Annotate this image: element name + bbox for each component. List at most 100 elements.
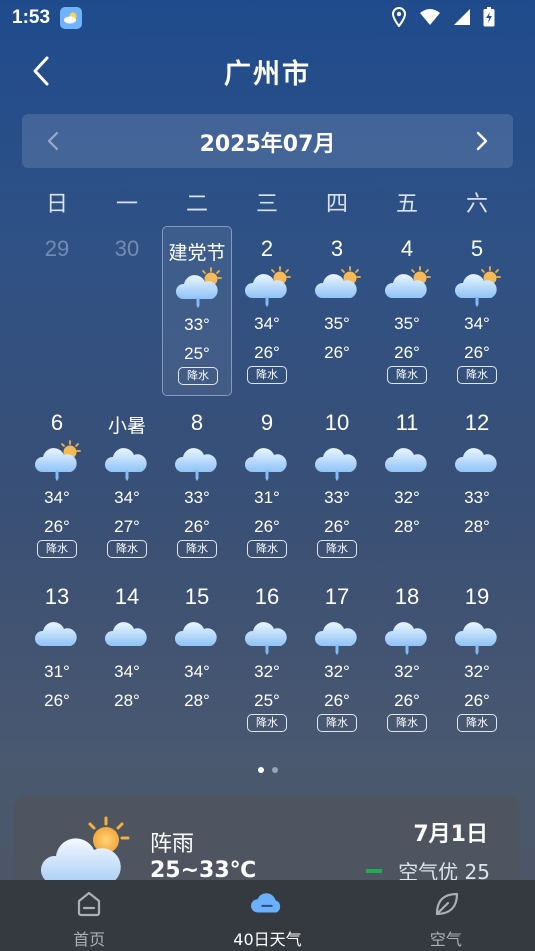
calendar-grid: 29 30 建党节 33° 25° 降水 2 34° 26° 降水 3 35° 26° 4 35° 2… — [22, 226, 512, 748]
calendar-day-cell[interactable]: 18 32° 26° 降水 — [372, 574, 442, 744]
weekday-label: 日 — [45, 192, 68, 217]
calendar-day-cell[interactable]: 5 34° 26° 降水 — [442, 226, 512, 396]
precipitation-badge: 降水 — [177, 540, 217, 558]
calendar-day-cell[interactable]: 6 34° 26° 降水 — [22, 400, 92, 570]
day-low-temp: 25° — [184, 344, 210, 363]
calendar-day-cell[interactable]: 小暑 34° 27° 降水 — [92, 400, 162, 570]
day-high-temp: 34° — [464, 314, 490, 333]
day-number: 4 — [400, 236, 414, 261]
calendar-day-cell[interactable]: 3 35° 26° — [302, 226, 372, 396]
status-bar: 1:53 — [0, 0, 535, 36]
day-low-temp: 28° — [184, 691, 210, 710]
precipitation-badge: 降水 — [457, 714, 497, 732]
nav-air[interactable]: 空气 — [357, 880, 535, 951]
day-low-temp: 28° — [114, 691, 140, 710]
cloud-sun-icon — [383, 266, 431, 308]
day-high-temp: 33° — [184, 488, 210, 507]
calendar-day-cell[interactable]: 11 32° 28° — [372, 400, 442, 570]
day-number: 16 — [254, 584, 280, 609]
calendar-day-cell[interactable]: 8 33° 26° 降水 — [162, 400, 232, 570]
calendar-day-cell[interactable]: 16 32° 25° 降水 — [232, 574, 302, 744]
day-low-temp: 26° — [254, 517, 280, 536]
weekday-label: 三 — [255, 192, 278, 217]
precipitation-badge: 降水 — [317, 714, 357, 732]
day-number: 14 — [114, 584, 140, 609]
day-number: 30 — [114, 236, 140, 261]
precipitation-badge: 降水 — [387, 714, 427, 732]
day-low-temp: 27° — [114, 517, 140, 536]
day-number: 5 — [470, 236, 484, 261]
calendar-day-cell[interactable]: 13 31° 26° — [22, 574, 92, 744]
cloud-icon — [33, 614, 81, 656]
battery-charging-icon — [483, 7, 495, 33]
day-high-temp: 32° — [394, 488, 420, 507]
nav-40-day-weather[interactable]: 40日天气 — [178, 880, 356, 951]
day-low-temp: 25° — [254, 691, 280, 710]
day-low-temp: 26° — [394, 691, 420, 710]
next-month-button[interactable] — [467, 126, 497, 156]
day-number: 17 — [324, 584, 350, 609]
calendar-day-cell[interactable]: 10 33° 26° 降水 — [302, 400, 372, 570]
precipitation-badge: 降水 — [457, 366, 497, 384]
location-icon — [391, 6, 407, 33]
header: 广州市 — [0, 48, 535, 94]
precipitation-badge: 降水 — [247, 714, 287, 732]
page-dot-active — [257, 767, 264, 773]
status-time: 1:53 — [12, 7, 51, 28]
calendar-day-cell[interactable]: 2 34° 26° 降水 — [232, 226, 302, 396]
day-high-temp: 34° — [114, 488, 140, 507]
cloud-rain-icon — [313, 614, 361, 656]
day-number: 2 — [260, 236, 274, 261]
calendar-day-cell[interactable]: 12 33° 28° — [442, 400, 512, 570]
calendar-day-cell[interactable]: 4 35° 26° 降水 — [372, 226, 442, 396]
cloud-rain-icon — [453, 614, 501, 656]
cloud-sun-rain-icon — [453, 266, 501, 308]
wifi-icon — [419, 8, 441, 32]
day-low-temp: 26° — [464, 691, 490, 710]
day-number: 15 — [184, 584, 210, 609]
calendar-day-cell[interactable]: 29 — [22, 226, 92, 396]
cloud-rain-icon — [313, 440, 361, 482]
city-title: 广州市 — [224, 59, 311, 90]
cloud-sun-icon — [313, 266, 361, 308]
nav-40-day-label: 40日天气 — [233, 930, 302, 949]
day-number: 18 — [394, 584, 420, 609]
day-high-temp: 35° — [324, 314, 350, 333]
day-low-temp: 26° — [184, 517, 210, 536]
day-number: 8 — [190, 410, 204, 435]
cloud-sun-rain-icon — [174, 267, 222, 309]
cloud-icon — [453, 440, 501, 482]
day-low-temp: 26° — [44, 517, 70, 536]
day-low-temp: 28° — [394, 517, 420, 536]
cloud-icon — [103, 614, 151, 656]
day-number: 12 — [464, 410, 490, 435]
calendar-day-cell[interactable]: 14 34° 28° — [92, 574, 162, 744]
day-number: 13 — [44, 584, 70, 609]
page-indicator — [0, 767, 535, 773]
calendar-day-cell[interactable]: 15 34° 28° — [162, 574, 232, 744]
day-low-temp: 26° — [464, 343, 490, 362]
day-number: 10 — [324, 410, 350, 435]
calendar-day-cell[interactable]: 9 31° 26° 降水 — [232, 400, 302, 570]
cloud-rain-icon — [243, 614, 291, 656]
day-festival-label: 小暑 — [107, 415, 146, 437]
chevron-right-icon — [476, 131, 488, 151]
precipitation-badge: 降水 — [107, 540, 147, 558]
day-low-temp: 26° — [324, 517, 350, 536]
calendar-week-row: 13 31° 26° 14 34° 28° 15 34° 28° 16 32° 25° 降水 17 32° 2… — [22, 574, 512, 748]
day-high-temp: 31° — [44, 662, 70, 681]
cloud-rain-icon — [173, 440, 221, 482]
cellular-signal-icon — [453, 8, 471, 32]
day-low-temp: 26° — [44, 691, 70, 710]
calendar-day-cell[interactable]: 17 32° 26° 降水 — [302, 574, 372, 744]
day-high-temp: 35° — [394, 314, 420, 333]
day-number: 11 — [395, 410, 419, 435]
calendar-day-cell[interactable]: 19 32° 26° 降水 — [442, 574, 512, 744]
calendar-day-cell[interactable]: 30 — [92, 226, 162, 396]
detail-date: 7月1日 — [413, 822, 488, 847]
calendar-day-cell[interactable]: 建党节 33° 25° 降水 — [162, 226, 232, 396]
day-high-temp: 31° — [254, 488, 280, 507]
nav-home[interactable]: 首页 — [0, 880, 178, 951]
day-low-temp: 26° — [324, 343, 350, 362]
day-high-temp: 32° — [324, 662, 350, 681]
